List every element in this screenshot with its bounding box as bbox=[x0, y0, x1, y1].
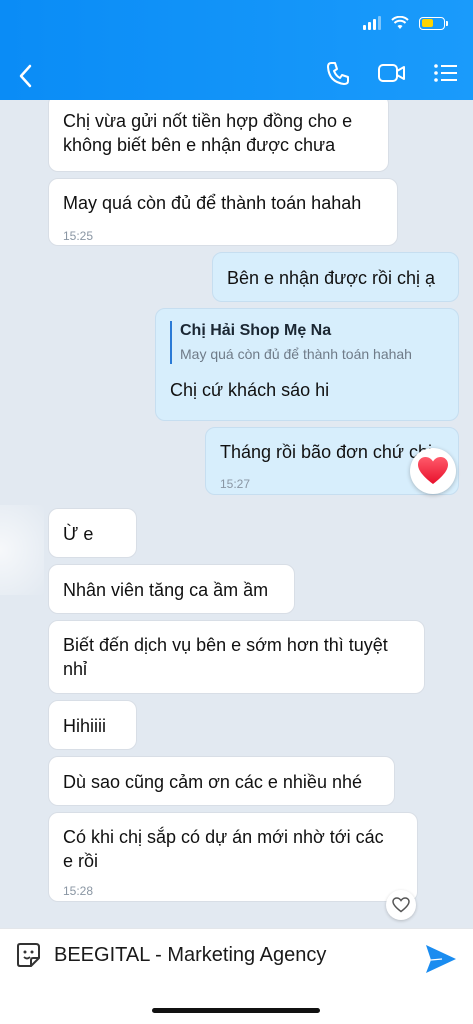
message-text: Chị vừa gửi nốt tiền hợp đồng cho e khôn… bbox=[63, 109, 376, 157]
message-bubble[interactable]: Bên e nhận được rồi chị ạ bbox=[212, 252, 459, 302]
message-text: Ừ e bbox=[63, 524, 94, 544]
message-timestamp: 15:25 bbox=[63, 229, 94, 243]
message-line: không biết bên e nhận được chưa bbox=[63, 135, 336, 155]
message-line: Có khi chị sắp có dự án mới nhờ tới các bbox=[63, 827, 384, 847]
message-line: e rồi bbox=[63, 851, 99, 871]
chat-header bbox=[0, 0, 473, 100]
message-line: Biết đến dịch vụ bên e sớm hơn thì tuyệt bbox=[63, 635, 388, 655]
status-bar bbox=[363, 16, 448, 30]
chevron-left-icon[interactable] bbox=[14, 62, 38, 90]
message-timestamp: 15:27 bbox=[220, 477, 251, 491]
message-bubble[interactable]: Chị Hải Shop Mẹ Na May quá còn đủ để thà… bbox=[155, 308, 459, 421]
message-timestamp: 15:28 bbox=[63, 884, 94, 898]
message-bubble[interactable]: Nhân viên tăng ca ầm ầm bbox=[48, 564, 295, 614]
message-bubble[interactable]: May quá còn đủ để thành toán hahah 15:25 bbox=[48, 178, 398, 246]
video-camera-icon[interactable] bbox=[377, 62, 407, 84]
message-text: Bên e nhận được rồi chị ạ bbox=[227, 268, 435, 288]
avatar bbox=[0, 505, 44, 595]
react-button[interactable] bbox=[386, 890, 416, 920]
battery-icon bbox=[419, 16, 448, 30]
message-text: Chị cứ khách sáo hi bbox=[170, 380, 330, 400]
message-text: Có khi chị sắp có dự án mới nhờ tới các … bbox=[63, 825, 405, 873]
home-indicator bbox=[152, 1008, 320, 1013]
quoted-text: May quá còn đủ để thành toán hahah bbox=[180, 346, 412, 362]
message-text: Biết đến dịch vụ bên e sớm hơn thì tuyệt… bbox=[63, 633, 412, 681]
message-list[interactable]: Chị vừa gửi nốt tiền hợp đồng cho e khôn… bbox=[0, 100, 473, 928]
message-input[interactable]: BEEGITAL - Marketing Agency bbox=[54, 944, 326, 967]
message-line: Chị vừa gửi nốt tiền hợp đồng cho e bbox=[63, 111, 353, 131]
phone-icon[interactable] bbox=[325, 60, 351, 86]
message-bubble[interactable]: Dù sao cũng cảm ơn các e nhiều nhé bbox=[48, 756, 395, 806]
message-bubble[interactable]: Có khi chị sắp có dự án mới nhờ tới các … bbox=[48, 812, 418, 902]
send-icon[interactable] bbox=[424, 943, 458, 975]
heart-icon bbox=[418, 457, 448, 484]
message-text: Nhân viên tăng ca ầm ầm bbox=[63, 580, 269, 600]
sticker-icon[interactable] bbox=[14, 941, 42, 969]
quoted-message[interactable]: Chị Hải Shop Mẹ Na May quá còn đủ để thà… bbox=[170, 321, 412, 364]
quoted-sender: Chị Hải Shop Mẹ Na bbox=[180, 322, 332, 339]
message-text: May quá còn đủ để thành toán hahah bbox=[63, 193, 362, 213]
message-bubble[interactable]: Chị vừa gửi nốt tiền hợp đồng cho e khôn… bbox=[48, 100, 389, 172]
message-bubble[interactable]: Biết đến dịch vụ bên e sớm hơn thì tuyệt… bbox=[48, 620, 425, 694]
message-text: Hihiiii bbox=[63, 716, 107, 736]
message-text: Dù sao cũng cảm ơn các e nhiều nhé bbox=[63, 772, 362, 792]
wifi-icon bbox=[391, 16, 409, 29]
menu-list-icon[interactable] bbox=[433, 62, 459, 84]
reaction-badge[interactable] bbox=[410, 448, 456, 494]
message-bubble[interactable]: Ừ e bbox=[48, 508, 137, 558]
message-bubble[interactable]: Hihiiii bbox=[48, 700, 137, 750]
heart-outline-icon bbox=[392, 897, 410, 913]
signal-icon bbox=[363, 16, 381, 30]
message-line: nhỉ bbox=[63, 659, 88, 679]
